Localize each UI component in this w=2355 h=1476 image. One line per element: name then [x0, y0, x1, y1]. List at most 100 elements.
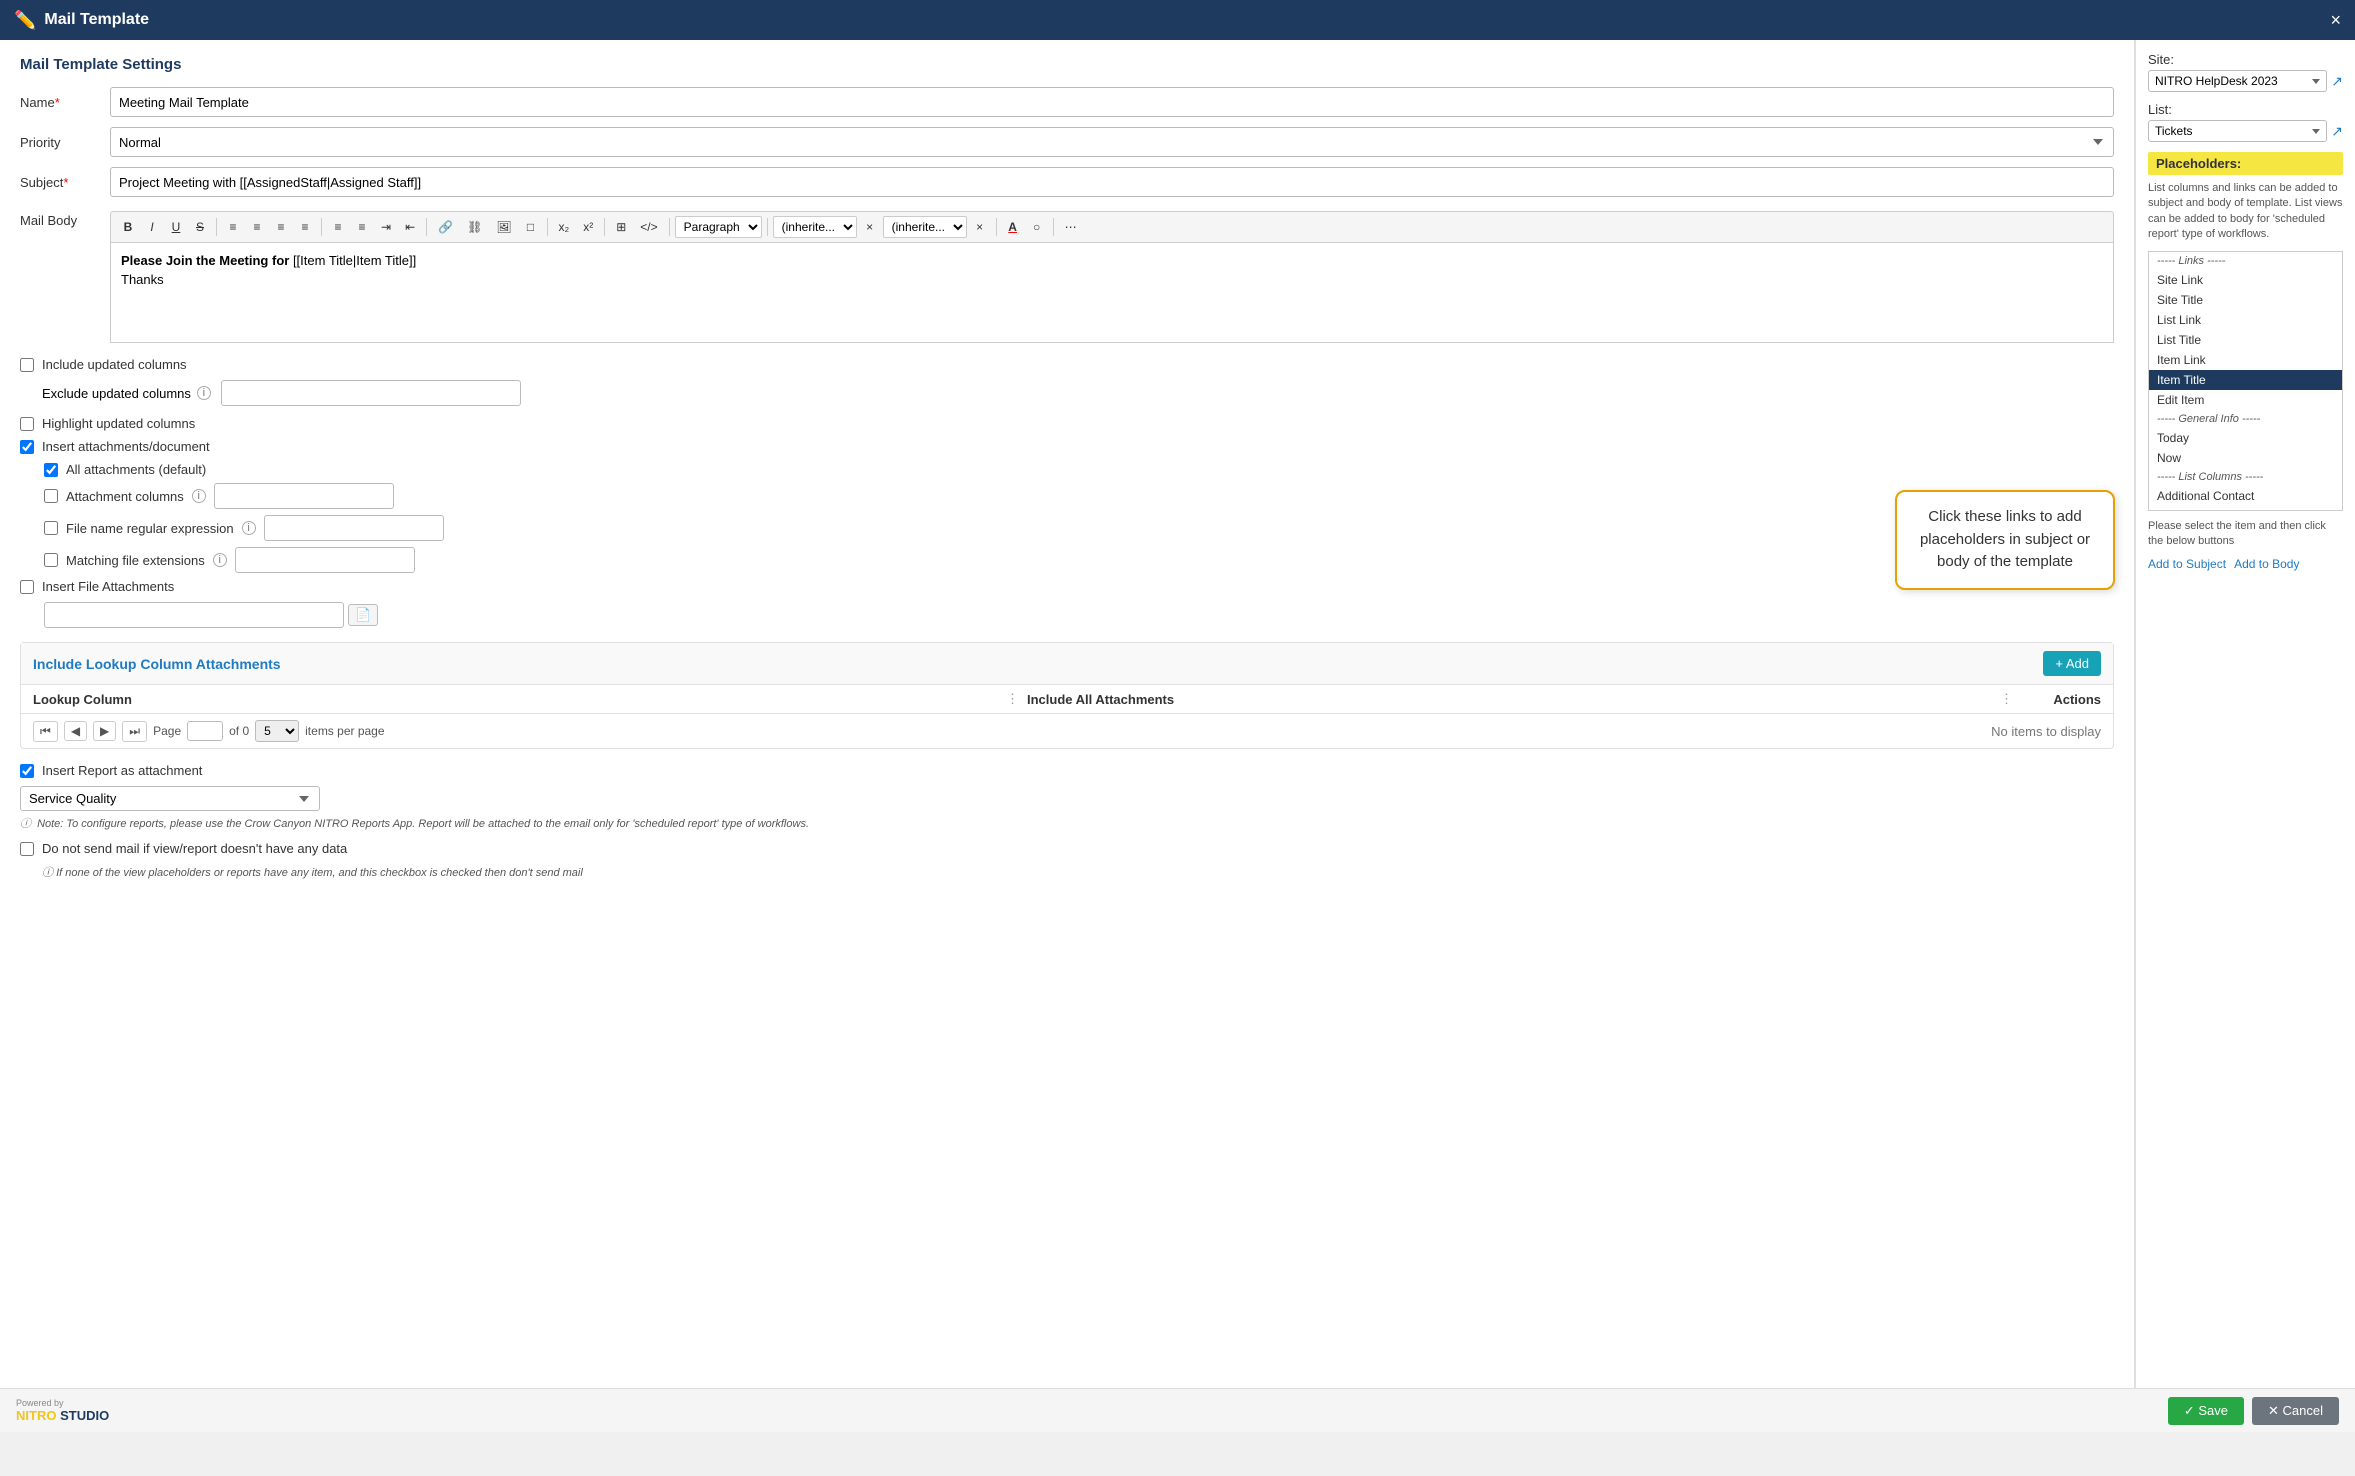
unlink-button[interactable]: ⛓: [461, 216, 488, 238]
ph-site-title[interactable]: Site Title: [2149, 290, 2342, 310]
grid-button[interactable]: ⊞: [610, 216, 632, 238]
ph-list-title[interactable]: List Title: [2149, 330, 2342, 350]
insert-file-attachments-label[interactable]: Insert File Attachments: [42, 579, 174, 594]
strikethrough-button[interactable]: S: [189, 216, 211, 238]
name-input[interactable]: [110, 87, 2114, 117]
table-button[interactable]: □: [520, 216, 542, 238]
first-page-button[interactable]: ⏮: [33, 721, 58, 742]
prev-page-button[interactable]: ◀: [64, 721, 87, 741]
file-name-regex-checkbox[interactable]: [44, 521, 58, 535]
bullet-list-button[interactable]: ≡: [327, 216, 349, 238]
all-attachments-checkbox[interactable]: [44, 463, 58, 477]
editor-line-2: Thanks: [121, 272, 2103, 287]
font-color-button[interactable]: A: [1002, 216, 1024, 238]
matching-extensions-checkbox[interactable]: [44, 553, 58, 567]
site-select[interactable]: NITRO HelpDesk 2023: [2148, 70, 2327, 92]
col-sort-icon-2[interactable]: ⋮: [2000, 691, 2013, 707]
inherit-select-2[interactable]: (inherite...: [883, 216, 967, 238]
italic-button[interactable]: I: [141, 216, 163, 238]
highlight-updated-checkbox[interactable]: [20, 417, 34, 431]
do-not-send-checkbox[interactable]: [20, 842, 34, 856]
indent-button[interactable]: ⇥: [375, 216, 397, 238]
items-per-page-select[interactable]: 5 10 25: [255, 720, 299, 742]
add-to-subject-link[interactable]: Add to Subject: [2148, 557, 2226, 571]
file-name-regex-label[interactable]: File name regular expression: [66, 521, 234, 536]
attachment-columns-label[interactable]: Attachment columns: [66, 489, 184, 504]
outdent-button[interactable]: ⇤: [399, 216, 421, 238]
section-title: Mail Template Settings: [20, 56, 2114, 73]
last-page-button[interactable]: ⏭: [122, 721, 147, 742]
close-button[interactable]: ×: [2330, 10, 2341, 31]
include-updated-checkbox-row: Include updated columns: [20, 357, 2114, 372]
clear-format-2[interactable]: ×: [969, 216, 991, 238]
insert-file-attachments-checkbox[interactable]: [20, 580, 34, 594]
underline-button[interactable]: U: [165, 216, 187, 238]
attachment-columns-checkbox[interactable]: [44, 489, 58, 503]
superscript-button[interactable]: x²: [577, 216, 599, 238]
align-center-button[interactable]: ≡: [246, 216, 268, 238]
next-page-button[interactable]: ▶: [93, 721, 116, 741]
align-left-button[interactable]: ≡: [222, 216, 244, 238]
image-button[interactable]: 🖼: [490, 216, 517, 238]
list-link-icon[interactable]: ↗: [2331, 123, 2343, 140]
toolbar-sep-3: [426, 218, 427, 236]
all-attachments-row: All attachments (default): [44, 462, 2114, 477]
lookup-add-button[interactable]: + Add: [2043, 651, 2101, 676]
ph-site-link[interactable]: Site Link: [2149, 270, 2342, 290]
priority-select[interactable]: Normal High Low: [110, 127, 2114, 157]
col-sort-icon-1[interactable]: ⋮: [1006, 691, 1019, 707]
more-button[interactable]: ⋯: [1059, 216, 1083, 238]
bg-color-button[interactable]: ○: [1026, 216, 1048, 238]
clear-format-1[interactable]: ×: [859, 216, 881, 238]
file-attachment-input[interactable]: [44, 602, 344, 628]
ph-item-title[interactable]: Item Title: [2149, 370, 2342, 390]
highlight-updated-label[interactable]: Highlight updated columns: [42, 416, 195, 431]
editor-area[interactable]: Please Join the Meeting for [[Item Title…: [110, 243, 2114, 343]
cancel-button[interactable]: ✕ Cancel: [2252, 1397, 2339, 1425]
ph-edit-item[interactable]: Edit Item: [2149, 390, 2342, 410]
attachment-sub-options: All attachments (default) Attachment col…: [20, 462, 2114, 573]
ph-today[interactable]: Today: [2149, 428, 2342, 448]
source-button[interactable]: </>: [634, 216, 663, 238]
include-updated-label[interactable]: Include updated columns: [42, 357, 187, 372]
insert-report-label[interactable]: Insert Report as attachment: [42, 763, 202, 778]
list-select[interactable]: Tickets: [2148, 120, 2327, 142]
ph-now[interactable]: Now: [2149, 448, 2342, 468]
toolbar-sep-9: [1053, 218, 1054, 236]
ph-list-link[interactable]: List Link: [2149, 310, 2342, 330]
site-link-icon[interactable]: ↗: [2331, 73, 2343, 90]
col-header-actions: Actions: [2021, 692, 2101, 707]
subject-input[interactable]: [110, 167, 2114, 197]
items-label: items per page: [305, 724, 384, 738]
include-updated-checkbox[interactable]: [20, 358, 34, 372]
save-button[interactable]: ✓ Save: [2168, 1397, 2244, 1425]
inherit-select-1[interactable]: (inherite...: [773, 216, 857, 238]
insert-attachments-label[interactable]: Insert attachments/document: [42, 439, 210, 454]
matching-extensions-label[interactable]: Matching file extensions: [66, 553, 205, 568]
ph-additional-info[interactable]: Additional Information: [2149, 506, 2342, 511]
ph-additional-contact[interactable]: Additional Contact: [2149, 486, 2342, 506]
matching-extensions-input[interactable]: [235, 547, 415, 573]
numbered-list-button[interactable]: ≡: [351, 216, 373, 238]
insert-attachments-checkbox[interactable]: [20, 440, 34, 454]
page-input[interactable]: [187, 721, 223, 741]
bold-button[interactable]: B: [117, 216, 139, 238]
add-to-body-link[interactable]: Add to Body: [2234, 557, 2299, 571]
subscript-button[interactable]: x₂: [553, 216, 576, 238]
do-not-send-label[interactable]: Do not send mail if view/report doesn't …: [42, 841, 347, 856]
align-justify-button[interactable]: ≡: [294, 216, 316, 238]
paragraph-select[interactable]: Paragraph: [675, 216, 762, 238]
file-name-regex-input[interactable]: [264, 515, 444, 541]
link-button[interactable]: 🔗: [432, 216, 459, 238]
placeholder-list: ----- Links ----- Site Link Site Title L…: [2148, 251, 2343, 511]
align-right-button[interactable]: ≡: [270, 216, 292, 238]
exclude-updated-input[interactable]: [221, 380, 521, 406]
file-browse-button[interactable]: 📄: [348, 604, 378, 626]
all-attachments-label[interactable]: All attachments (default): [66, 462, 206, 477]
insert-report-checkbox[interactable]: [20, 764, 34, 778]
report-select[interactable]: Service Quality Other Report: [20, 786, 320, 811]
ph-item-link[interactable]: Item Link: [2149, 350, 2342, 370]
attachment-columns-input[interactable]: [214, 483, 394, 509]
file-regex-info-icon: i: [242, 521, 256, 535]
toolbar-sep-6: [669, 218, 670, 236]
